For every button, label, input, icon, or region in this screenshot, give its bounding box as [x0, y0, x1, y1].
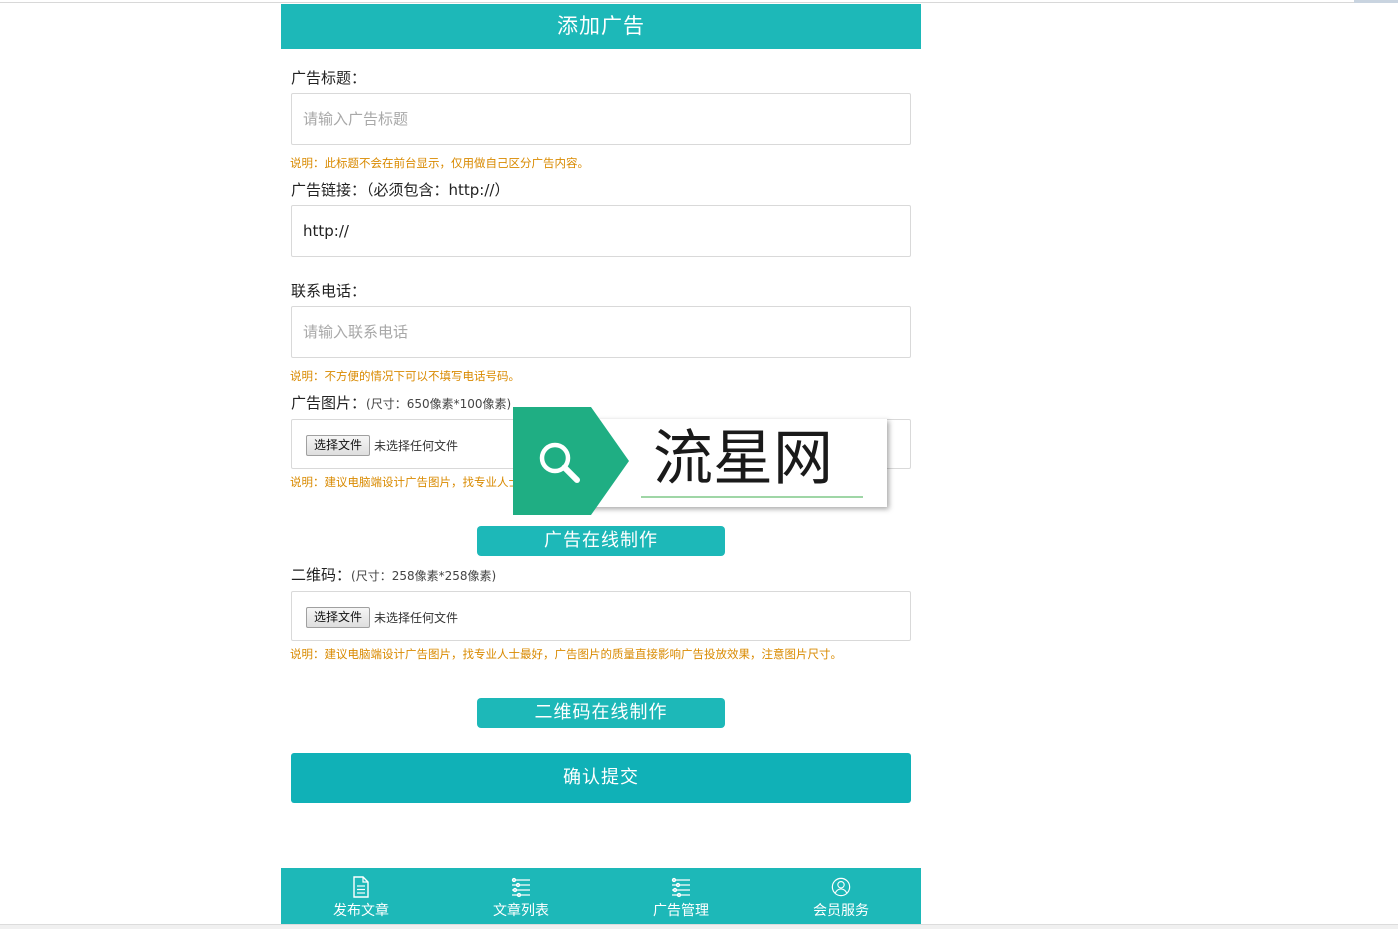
- qrcode-label-text: 二维码：: [291, 566, 352, 584]
- ad-online-make-button[interactable]: 广告在线制作: [477, 526, 725, 556]
- ad-title-input[interactable]: [291, 93, 911, 145]
- list-icon: [671, 877, 690, 898]
- list-icon: [511, 877, 530, 898]
- ad-image-size-hint: (尺寸：650像素*100像素): [366, 397, 512, 411]
- qrcode-size-hint: (尺寸：258像素*258像素): [351, 569, 497, 583]
- phone-input[interactable]: [291, 306, 911, 358]
- nav-item-article-list[interactable]: 文章列表: [441, 868, 601, 924]
- nav-label: 会员服务: [813, 903, 869, 919]
- watermark-text: 流星网: [653, 424, 833, 494]
- ad-link-label: 广告链接：（必须包含：http://）: [291, 181, 510, 199]
- watermark-tag: [513, 407, 629, 515]
- nav-label: 发布文章: [333, 903, 389, 919]
- page-title: 添加广告: [281, 4, 921, 49]
- user-icon: [831, 877, 851, 897]
- qrcode-choose-file-button[interactable]: 选择文件: [306, 607, 371, 628]
- nav-label: 文章列表: [493, 903, 549, 919]
- browser-scroll-marker: [1354, 0, 1398, 3]
- nav-item-member-service[interactable]: 会员服务: [761, 868, 921, 924]
- ad-image-label: 广告图片：(尺寸：650像素*100像素): [291, 392, 511, 413]
- browser-top-border: [0, 2, 1398, 3]
- browser-bottom-border: [0, 924, 1398, 929]
- phone-label: 联系电话：: [291, 282, 367, 300]
- watermark-underline: [641, 496, 863, 498]
- nav-item-ad-management[interactable]: 广告管理: [601, 868, 761, 924]
- nav-label: 广告管理: [653, 903, 709, 919]
- nav-item-publish-article[interactable]: 发布文章: [281, 868, 441, 924]
- ad-title-note: 说明：此标题不会在前台显示，仅用做自己区分广告内容。: [290, 156, 589, 170]
- phone-note: 说明：不方便的情况下可以不填写电话号码。: [290, 369, 520, 383]
- bottom-nav: 发布文章 文章列表 广告管理 会员服务: [281, 868, 921, 924]
- qrcode-file-status: 未选择任何文件: [374, 611, 459, 625]
- qrcode-online-make-button[interactable]: 二维码在线制作: [477, 698, 725, 728]
- ad-link-input[interactable]: [291, 205, 911, 257]
- ad-image-choose-file-button[interactable]: 选择文件: [306, 435, 371, 456]
- document-icon: [353, 876, 369, 898]
- qrcode-label: 二维码：(尺寸：258像素*258像素): [291, 564, 496, 585]
- ad-image-label-text: 广告图片：: [291, 394, 367, 412]
- submit-button[interactable]: 确认提交: [291, 753, 911, 803]
- ad-image-file-status: 未选择任何文件: [374, 439, 459, 453]
- qrcode-note: 说明：建议电脑端设计广告图片，找专业人士最好，广告图片的质量直接影响广告投放效果…: [290, 647, 842, 661]
- watermark-logo: 流星网: [513, 407, 889, 515]
- qrcode-file-field: 选择文件 未选择任何文件: [291, 591, 911, 641]
- ad-title-label: 广告标题：: [291, 69, 367, 87]
